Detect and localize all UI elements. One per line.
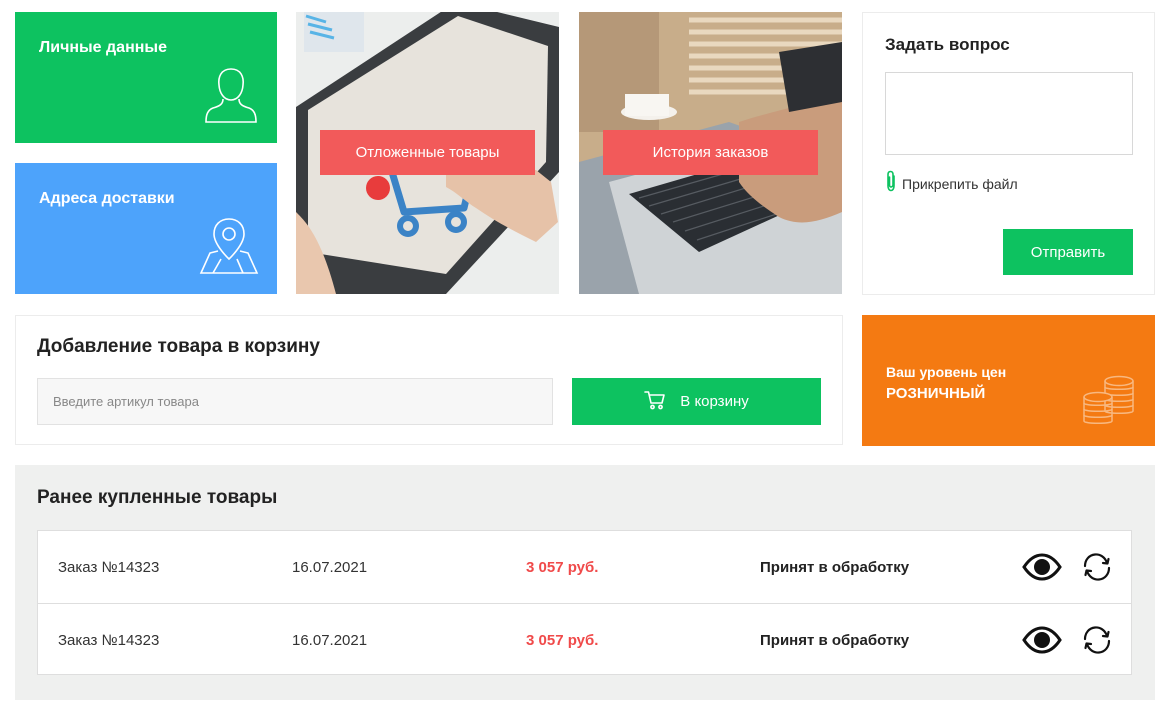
price-level-text: Ваш уровень цен РОЗНИЧНЫЙ bbox=[886, 362, 1006, 404]
price-level-caption: Ваш уровень цен bbox=[886, 364, 1007, 380]
order-sum: 3 057 руб. bbox=[526, 631, 599, 649]
add-to-cart-button[interactable]: В корзину bbox=[572, 378, 821, 425]
wishlist-button[interactable]: Отложенные товары bbox=[320, 130, 535, 175]
sku-input[interactable] bbox=[37, 378, 553, 425]
delivery-addresses-tile[interactable]: Адреса доставки bbox=[15, 163, 277, 294]
attach-file-label: Прикрепить файл bbox=[902, 175, 1018, 192]
orders-table: Заказ №14323 16.07.2021 3 057 руб. Приня… bbox=[37, 530, 1132, 675]
order-sum: 3 057 руб. bbox=[526, 558, 599, 576]
purchase-history-panel: Ранее купленные товары Заказ №14323 16.0… bbox=[15, 465, 1155, 700]
ask-question-panel: Задать вопрос Прикрепить файл Отправить bbox=[862, 12, 1155, 295]
purchase-history-title: Ранее купленные товары bbox=[37, 487, 278, 508]
delivery-addresses-title: Адреса доставки bbox=[39, 190, 175, 207]
wishlist-tile[interactable]: Отложенные товары bbox=[296, 12, 559, 294]
coins-icon bbox=[1082, 375, 1136, 432]
add-to-cart-panel: Добавление товара в корзину В корзину bbox=[15, 315, 843, 445]
order-history-button[interactable]: История заказов bbox=[603, 130, 818, 175]
user-icon bbox=[203, 66, 259, 131]
table-row: Заказ №14323 16.07.2021 3 057 руб. Приня… bbox=[38, 531, 1131, 603]
order-status: Принят в обработку bbox=[760, 558, 910, 576]
repeat-icon[interactable] bbox=[1081, 531, 1113, 603]
order-number: Заказ №14323 bbox=[58, 558, 160, 576]
paperclip-icon bbox=[885, 170, 897, 197]
personal-data-tile[interactable]: Личные данные bbox=[15, 12, 277, 143]
add-to-cart-label: В корзину bbox=[680, 393, 749, 410]
order-date: 16.07.2021 bbox=[292, 631, 368, 649]
order-history-tile[interactable]: История заказов bbox=[579, 12, 842, 294]
price-level-value: РОЗНИЧНЫЙ bbox=[886, 385, 986, 402]
attach-file-link[interactable]: Прикрепить файл bbox=[885, 170, 1018, 197]
eye-icon[interactable] bbox=[1022, 604, 1062, 676]
order-number: Заказ №14323 bbox=[58, 631, 160, 649]
order-status: Принят в обработку bbox=[760, 631, 910, 649]
map-pin-icon bbox=[198, 215, 260, 280]
repeat-icon[interactable] bbox=[1081, 604, 1113, 676]
order-date: 16.07.2021 bbox=[292, 558, 368, 576]
add-to-cart-title: Добавление товара в корзину bbox=[37, 336, 320, 357]
table-row: Заказ №14323 16.07.2021 3 057 руб. Приня… bbox=[38, 603, 1131, 675]
ask-question-title: Задать вопрос bbox=[885, 35, 1010, 54]
eye-icon[interactable] bbox=[1022, 531, 1062, 603]
personal-data-title: Личные данные bbox=[39, 39, 167, 56]
cart-icon bbox=[644, 390, 666, 414]
price-level-panel: Ваш уровень цен РОЗНИЧНЫЙ bbox=[862, 315, 1155, 446]
send-button[interactable]: Отправить bbox=[1003, 229, 1133, 275]
question-textarea[interactable] bbox=[885, 72, 1133, 155]
